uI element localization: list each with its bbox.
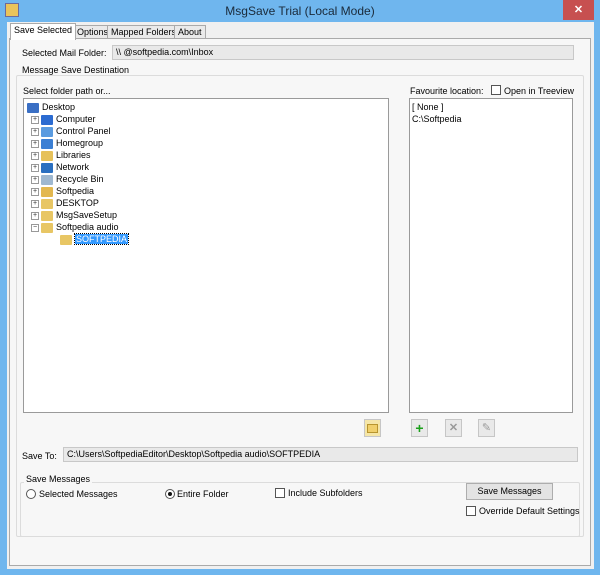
expand-icon[interactable]: + (31, 139, 39, 148)
app-icon (5, 3, 19, 17)
tree-node-label: SOFTPEDIA (73, 233, 130, 245)
favourite-item[interactable]: [ None ] (412, 101, 570, 113)
window-title: MsgSave Trial (Local Mode) (225, 4, 375, 18)
expand-icon[interactable]: + (31, 199, 39, 208)
tree-node-label: Softpedia (56, 186, 95, 196)
folder-icon (41, 210, 53, 221)
open-in-treeview-label[interactable]: Open in Treeview (504, 86, 574, 96)
tree-node[interactable]: + Recycle Bin (27, 173, 385, 185)
tab-mapped-folders[interactable]: Mapped Folders (107, 25, 181, 39)
tree-node-label: Control Panel (56, 126, 111, 136)
tree-node-label: Computer (56, 114, 96, 124)
mail-folder-field[interactable]: \\ @softpedia.com\Inbox (112, 45, 574, 60)
expand-icon[interactable]: + (31, 163, 39, 172)
entire-folder-label[interactable]: Entire Folder (177, 489, 229, 499)
control-panel-icon (41, 126, 53, 137)
save-to-label: Save To: (22, 451, 57, 461)
expand-icon[interactable]: + (31, 151, 39, 160)
save-messages-button[interactable]: Save Messages (466, 483, 553, 500)
title-bar: MsgSave Trial (Local Mode) (0, 0, 600, 22)
override-settings-checkbox[interactable] (466, 506, 476, 516)
expand-icon[interactable]: + (31, 115, 39, 124)
folder-icon (41, 222, 53, 233)
folder-icon (41, 198, 53, 209)
tree-node[interactable]: Desktop (27, 101, 385, 113)
expand-icon[interactable]: + (31, 187, 39, 196)
edit-favourite-button[interactable]: ✎ (478, 419, 495, 437)
desktop-icon (27, 102, 39, 113)
pencil-icon: ✎ (481, 422, 492, 434)
tree-node[interactable]: + Network (27, 161, 385, 173)
tree-node-label: MsgSaveSetup (56, 210, 118, 220)
destination-group-label: Message Save Destination (20, 65, 132, 75)
add-favourite-button[interactable]: + (411, 419, 428, 437)
homegroup-icon (41, 138, 53, 149)
tree-node-label: Desktop (42, 102, 76, 112)
new-folder-button[interactable] (364, 419, 381, 437)
tab-save-selected[interactable]: Save Selected (10, 23, 77, 40)
plus-icon: + (415, 420, 424, 436)
selected-messages-label[interactable]: Selected Messages (39, 489, 118, 499)
tree-node-label: Recycle Bin (56, 174, 104, 184)
user-folder-icon (41, 186, 53, 197)
open-in-treeview-checkbox[interactable] (491, 85, 501, 95)
tree-node[interactable]: + MsgSaveSetup (27, 209, 385, 221)
favourite-list[interactable]: [ None ] C:\Softpedia (409, 98, 573, 413)
tree-node[interactable]: + Computer (27, 113, 385, 125)
tab-about[interactable]: About (174, 25, 206, 39)
tree-node[interactable]: SOFTPEDIA (27, 233, 385, 245)
collapse-icon[interactable]: − (31, 223, 39, 232)
tree-node-label: Softpedia audio (56, 222, 119, 232)
tree-node-label: Network (56, 162, 90, 172)
computer-icon (41, 114, 53, 125)
tree-node-label: DESKTOP (56, 198, 99, 208)
tree-node[interactable]: − Softpedia audio (27, 221, 385, 233)
remove-favourite-button[interactable]: ✕ (445, 419, 462, 437)
save-to-field[interactable]: C:\Users\SoftpediaEditor\Desktop\Softped… (63, 447, 578, 462)
libraries-icon (41, 150, 53, 161)
override-settings-label[interactable]: Override Default Settings (479, 506, 580, 516)
tree-node[interactable]: + Homegroup (27, 137, 385, 149)
expand-icon[interactable]: + (31, 175, 39, 184)
network-icon (41, 162, 53, 173)
close-button[interactable]: ✕ (563, 0, 594, 20)
favourite-label: Favourite location: (410, 86, 484, 96)
expand-icon[interactable]: + (31, 211, 39, 220)
save-messages-group-label: Save Messages (24, 474, 93, 484)
delete-icon: ✕ (448, 422, 459, 434)
tree-node[interactable]: + DESKTOP (27, 197, 385, 209)
tree-node-label: Libraries (56, 150, 91, 160)
selected-messages-radio[interactable] (26, 489, 36, 499)
folder-tree[interactable]: Desktop + Computer + Control Panel + Homegroup… (23, 98, 389, 413)
expand-icon[interactable]: + (31, 127, 39, 136)
include-subfolders-label[interactable]: Include Subfolders (288, 488, 363, 498)
tree-node[interactable]: + Control Panel (27, 125, 385, 137)
entire-folder-radio[interactable] (165, 489, 175, 499)
folder-icon (60, 234, 72, 245)
mail-folder-label: Selected Mail Folder: (22, 48, 107, 58)
recycle-bin-icon (41, 174, 53, 185)
include-subfolders-checkbox[interactable] (275, 488, 285, 498)
tree-label: Select folder path or... (23, 86, 111, 96)
new-folder-icon (367, 424, 378, 433)
tree-node-label: Homegroup (56, 138, 104, 148)
favourite-item[interactable]: C:\Softpedia (412, 113, 570, 125)
tree-node[interactable]: + Softpedia (27, 185, 385, 197)
tree-node[interactable]: + Libraries (27, 149, 385, 161)
